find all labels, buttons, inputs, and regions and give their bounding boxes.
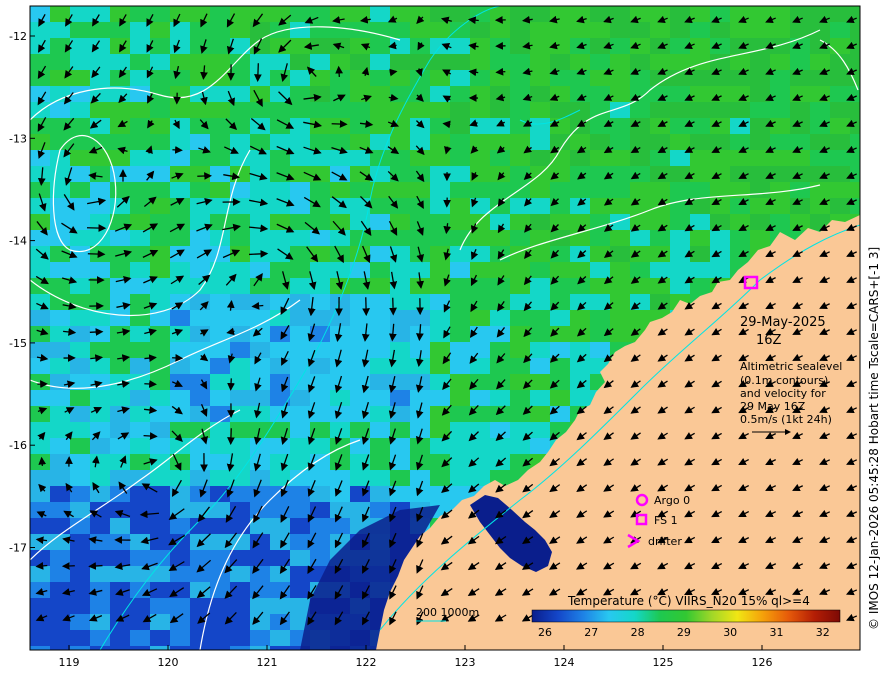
time-label: 16Z [756, 333, 782, 348]
info-line-4: 29 May 16Z [740, 400, 806, 413]
depth-legend: 200 1000m [416, 606, 479, 622]
y-tick-label: -16 [9, 439, 27, 452]
x-tick-label: 125 [653, 656, 674, 669]
colorbar-title: Temperature (°C) VIIRS_N20 15% ql>=4 [567, 594, 810, 608]
drifter-label: drifter [648, 535, 682, 548]
x-tick-label: 124 [554, 656, 575, 669]
x-tick-label: 120 [158, 656, 179, 669]
x-tick-label: 123 [455, 656, 476, 669]
x-tick-label: 122 [356, 656, 377, 669]
credit-text: © IMOS 12-Jan-2026 05:45:28 Hobart time … [867, 247, 880, 630]
date-label: 29-May-2025 [740, 315, 826, 330]
y-tick-label: -14 [9, 235, 27, 248]
info-line-1: Altimetric sealevel [740, 360, 842, 373]
y-tick-label: -13 [9, 132, 27, 145]
y-tick-label: -15 [9, 337, 27, 350]
x-tick-label: 126 [752, 656, 773, 669]
colorbar-tick-label: 30 [723, 626, 737, 639]
info-line-3: and velocity for [740, 387, 826, 400]
colorbar-bar [531, 609, 841, 623]
x-tick-label: 121 [257, 656, 278, 669]
colorbar-tick-label: 26 [538, 626, 552, 639]
fs-label: FS 1 [654, 514, 678, 527]
plot-area [30, 6, 860, 650]
x-tick-label: 119 [59, 656, 80, 669]
y-tick-label: -12 [9, 30, 27, 43]
info-line-2: (0.1m contours) [740, 374, 828, 387]
sst-map: -12 -13 -14 -15 -16 -17 119 120 121 122 123 124 125… [9, 5, 880, 669]
colorbar-tick-label: 29 [677, 626, 691, 639]
depth-legend-label: 200 1000m [416, 606, 479, 619]
argo-label: Argo 0 [654, 494, 690, 507]
colorbar-tick-label: 27 [584, 626, 598, 639]
colorbar-tick-label: 32 [816, 626, 830, 639]
colorbar-tick-label: 31 [770, 626, 784, 639]
y-tick-label: -17 [9, 542, 27, 555]
colorbar-tick-label: 28 [631, 626, 645, 639]
info-line-5: 0.5m/s (1kt 24h) [740, 413, 832, 426]
